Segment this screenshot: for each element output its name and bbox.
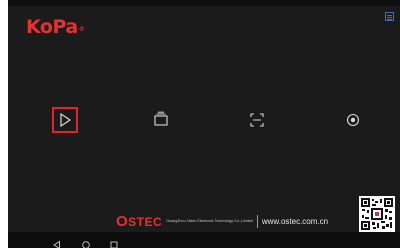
ostec-brand: OSTEC [116,213,162,230]
nav-back-button[interactable] [52,235,62,248]
settings-button[interactable] [385,12,394,21]
ostec-brand-rest: STEC [128,214,163,229]
gallery-button[interactable] [149,107,175,133]
company-name: GuangZhou Ostec Electronic Technology Co… [166,219,253,223]
logo-registered-mark: ® [78,26,85,33]
recent-square-icon [110,241,118,248]
capture-frame-icon [250,113,264,127]
qr-code-icon [361,198,393,230]
qr-code [359,196,395,232]
play-icon [60,112,72,128]
home-circle-icon [82,241,90,248]
ostec-brand-initial: O [116,212,129,230]
back-triangle-icon [53,240,60,248]
capture-button[interactable] [244,107,270,133]
camera-icon [346,113,360,127]
settings-icon-line [387,19,392,20]
footer-brand-bar: OSTEC GuangZhou Ostec Electronic Technol… [116,213,328,230]
kopa-logo: KoPa® [26,16,85,38]
device-screen: KoPa® OSTEC GuangZhou Ostec Electronic T… [8,0,400,248]
settings-icon-line [387,17,392,18]
logo-part-pa: Pa [52,16,78,38]
logo-part-ko: Ko [26,16,53,38]
settings-icon [387,15,392,16]
footer-divider [256,214,258,228]
camera-button[interactable] [340,107,366,133]
gallery-icon [154,111,168,126]
android-nav-bar [8,232,400,248]
website-link[interactable]: www.ostec.com.cn [262,217,328,226]
app-main: KoPa® OSTEC GuangZhou Ostec Electronic T… [8,6,400,232]
nav-home-button[interactable] [81,235,91,248]
nav-recent-button[interactable] [109,235,119,248]
play-button[interactable] [52,107,78,133]
